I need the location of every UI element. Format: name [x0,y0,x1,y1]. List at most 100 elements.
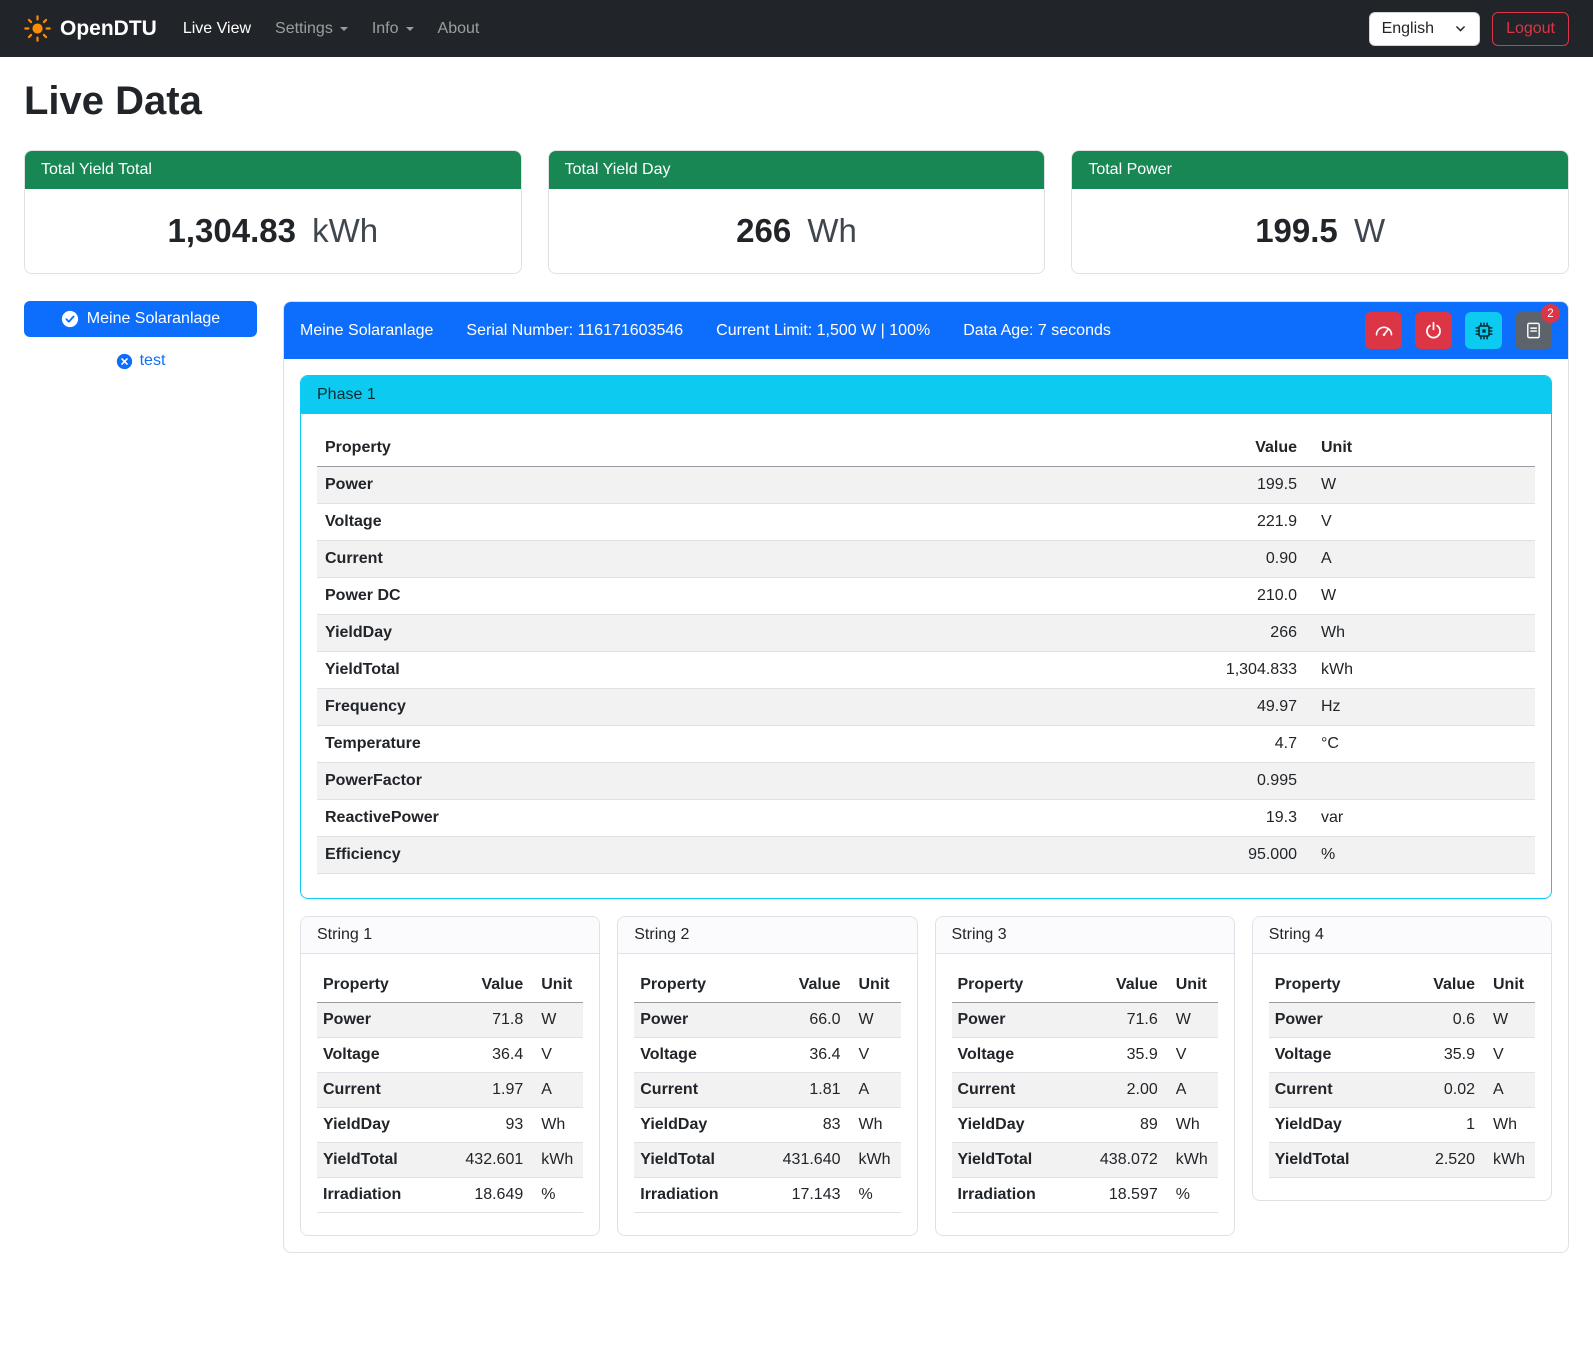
sidebar-item-test[interactable]: test [24,352,257,370]
inverter-limit: Current Limit: 1,500 W | 100% [716,322,930,340]
row-value: 93 [437,1108,530,1143]
row-value: 221.9 [908,504,1305,541]
table-row: YieldTotal 1,304.833 kWh [317,652,1535,689]
table-row: YieldDay 83 Wh [634,1108,900,1143]
row-unit: % [1305,837,1535,874]
nav-item-about[interactable]: About [426,12,492,46]
language-select[interactable]: English [1369,12,1480,46]
row-unit: W [1164,1003,1218,1038]
row-property: YieldDay [1269,1108,1400,1143]
row-value: 95.000 [908,837,1305,874]
row-value: 199.5 [908,467,1305,504]
col-unit: Unit [1164,968,1218,1003]
col-property: Property [634,968,754,1003]
sidebar-item-inverter-label: Meine Solaranlage [87,310,220,328]
string-table-body: Power 66.0 W Voltage 36.4 V [634,1003,900,1213]
nav-item-info[interactable]: Info [360,12,426,46]
row-unit: W [1305,467,1535,504]
row-property: Current [317,1073,437,1108]
col-value: Value [908,430,1305,467]
row-unit: kWh [529,1143,583,1178]
row-value: 18.649 [437,1178,530,1213]
nav-links: Live View Settings Info About [171,12,1369,46]
row-unit: V [1164,1038,1218,1073]
summary-card-body: 1,304.83 kWh [25,189,521,273]
row-unit: % [529,1178,583,1213]
row-unit: % [847,1178,901,1213]
table-row: Power DC 210.0 W [317,578,1535,615]
nav-item-settings[interactable]: Settings [263,12,360,46]
table-row: Current 0.02 A [1269,1073,1535,1108]
row-property: YieldDay [317,615,908,652]
string-card-3: String 3 Property Value Unit [935,916,1235,1236]
table-row: PowerFactor 0.995 [317,763,1535,800]
row-property: YieldDay [634,1108,754,1143]
row-value: 0.02 [1400,1073,1481,1108]
string-title: String 4 [1253,917,1551,954]
row-unit: A [529,1073,583,1108]
row-property: YieldTotal [317,1143,437,1178]
logout-button[interactable]: Logout [1492,12,1569,46]
row-unit: V [847,1038,901,1073]
row-unit: kWh [1164,1143,1218,1178]
row-value: 35.9 [1400,1038,1481,1073]
row-unit: % [1164,1178,1218,1213]
col-property: Property [1269,968,1400,1003]
event-log-button[interactable]: 2 [1515,312,1552,349]
nav-item-live-view[interactable]: Live View [171,12,263,46]
row-unit: A [847,1073,901,1108]
string-title: String 1 [301,917,599,954]
row-unit: kWh [1481,1143,1535,1178]
caret-down-icon [406,27,414,31]
row-value: 36.4 [437,1038,530,1073]
row-value: 4.7 [908,726,1305,763]
row-value: 1.81 [754,1073,847,1108]
string-title: String 2 [618,917,916,954]
table-row: Current 2.00 A [952,1073,1218,1108]
brand[interactable]: OpenDTU [24,15,157,42]
row-property: Irradiation [952,1178,1072,1213]
table-row: Irradiation 17.143 % [634,1178,900,1213]
language-select-value: English [1382,20,1434,38]
limit-settings-button[interactable] [1365,312,1402,349]
summary-card-total-power: Total Power 199.5 W [1071,150,1569,274]
string-cards: String 1 Property Value Unit [300,916,1552,1236]
table-row: Power 71.6 W [952,1003,1218,1038]
row-value: 66.0 [754,1003,847,1038]
table-row: Voltage 35.9 V [1269,1038,1535,1073]
row-value: 1 [1400,1108,1481,1143]
device-info-button[interactable] [1465,312,1502,349]
cpu-chip-icon [1474,321,1494,341]
table-row: YieldDay 1 Wh [1269,1108,1535,1143]
string-body: Property Value Unit Power [936,954,1234,1235]
row-value: 35.9 [1071,1038,1164,1073]
summary-card-body: 266 Wh [549,189,1045,273]
summary-card-body: 199.5 W [1072,189,1568,273]
row-unit: Wh [847,1108,901,1143]
string-body: Property Value Unit Power [301,954,599,1235]
summary-card-title: Total Yield Day [549,151,1045,189]
inverter-serial: Serial Number: 116171603546 [466,322,683,340]
table-row: YieldTotal 431.640 kWh [634,1143,900,1178]
row-property: YieldTotal [317,652,908,689]
row-unit: var [1305,800,1535,837]
table-row: Voltage 35.9 V [952,1038,1218,1073]
string-table: Property Value Unit Power [317,968,583,1213]
row-value: 18.597 [1071,1178,1164,1213]
row-property: YieldTotal [634,1143,754,1178]
power-toggle-button[interactable] [1415,312,1452,349]
table-row: YieldTotal 438.072 kWh [952,1143,1218,1178]
summary-value: 199.5 [1255,212,1338,249]
page-container: Live Data Total Yield Total 1,304.83 kWh… [0,79,1593,1279]
sidebar-item-inverter[interactable]: Meine Solaranlage [24,301,257,337]
inverter-action-buttons: 2 [1365,312,1552,349]
table-row: Irradiation 18.597 % [952,1178,1218,1213]
row-property: Current [952,1073,1072,1108]
table-row: Power 199.5 W [317,467,1535,504]
row-property: Temperature [317,726,908,763]
row-unit: °C [1305,726,1535,763]
phase-body: Property Value Unit Power [301,414,1551,898]
summary-value: 266 [736,212,791,249]
row-value: 1,304.833 [908,652,1305,689]
table-row: Power 71.8 W [317,1003,583,1038]
